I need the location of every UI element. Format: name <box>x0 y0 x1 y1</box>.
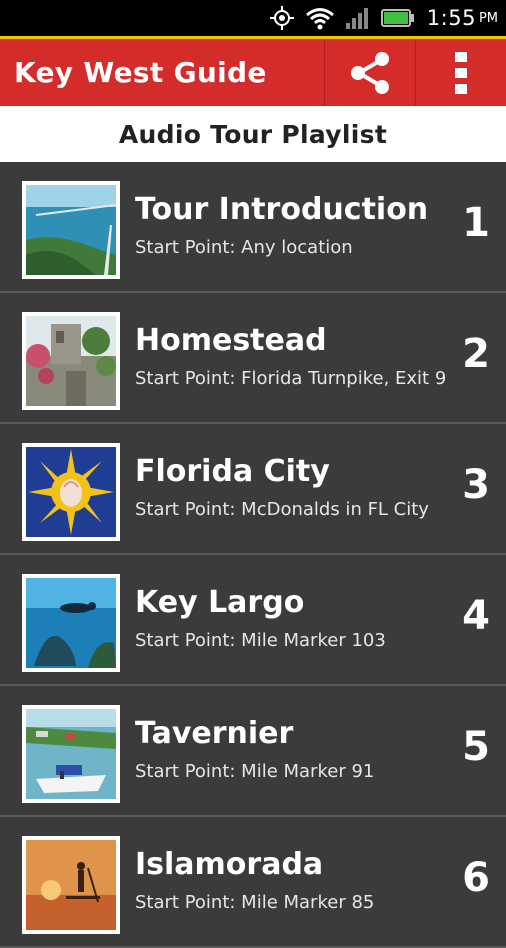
coral-castle-image <box>22 312 120 410</box>
tour-list: Tour Introduction Start Point: Any locat… <box>0 162 506 948</box>
tour-start-point: Start Point: Mile Marker 103 <box>135 630 386 651</box>
sun-shell-logo-image <box>22 443 120 541</box>
list-item[interactable]: Key Largo Start Point: Mile Marker 103 4 <box>0 555 506 686</box>
app-title: Key West Guide <box>14 56 267 89</box>
action-bar: Key West Guide <box>0 36 506 106</box>
overflow-menu-icon <box>455 51 467 94</box>
tour-start-point: Start Point: McDonalds in FL City <box>135 499 429 520</box>
overflow-menu-button[interactable] <box>415 39 506 106</box>
gps-icon <box>269 5 295 31</box>
list-item[interactable]: Tour Introduction Start Point: Any locat… <box>0 162 506 293</box>
tour-title: Tour Introduction <box>135 192 429 227</box>
tour-title: Key Largo <box>135 585 305 620</box>
page-subtitle: Audio Tour Playlist <box>0 106 506 162</box>
list-item[interactable]: Islamorada Start Point: Mile Marker 85 6 <box>0 817 506 948</box>
tour-start-point: Start Point: Mile Marker 85 <box>135 892 375 913</box>
tour-title: Tavernier <box>135 716 294 751</box>
tour-title: Homestead <box>135 323 327 358</box>
battery-icon <box>380 8 415 28</box>
tour-number: 4 <box>462 593 490 639</box>
status-bar: 1:55 PM <box>0 0 506 36</box>
share-icon <box>351 51 389 94</box>
list-item[interactable]: Tavernier Start Point: Mile Marker 91 5 <box>0 686 506 817</box>
tour-number: 5 <box>462 724 490 770</box>
tour-number: 3 <box>462 462 490 508</box>
tour-number: 6 <box>462 855 490 901</box>
tour-start-point: Start Point: Florida Turnpike, Exit 9 <box>135 368 447 389</box>
list-item[interactable]: Florida City Start Point: McDonalds in F… <box>0 424 506 555</box>
list-item[interactable]: Homestead Start Point: Florida Turnpike,… <box>0 293 506 424</box>
tour-title: Islamorada <box>135 847 324 882</box>
clock-time: 1:55 <box>426 6 476 30</box>
share-button[interactable] <box>324 39 415 106</box>
signal-icon <box>345 6 371 30</box>
sunset-paddleboard-image <box>22 836 120 934</box>
tour-start-point: Start Point: Any location <box>135 237 353 258</box>
bridge-aerial-image <box>22 181 120 279</box>
tour-number: 1 <box>462 200 490 246</box>
wifi-icon <box>305 6 335 30</box>
boat-marina-image <box>22 705 120 803</box>
tour-start-point: Start Point: Mile Marker 91 <box>135 761 375 782</box>
clock-ampm: PM <box>478 10 498 26</box>
tour-title: Florida City <box>135 454 330 489</box>
diver-underwater-image <box>22 574 120 672</box>
tour-number: 2 <box>462 331 490 377</box>
